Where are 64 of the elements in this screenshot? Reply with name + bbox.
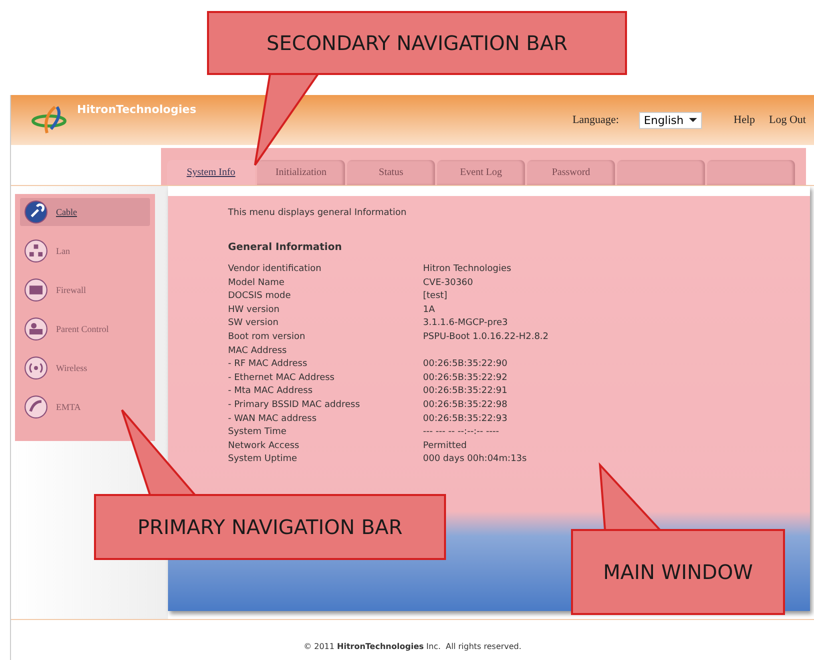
sidebar-label[interactable]: EMTA: [56, 402, 81, 412]
info-label: HW version: [228, 304, 280, 317]
info-label: - Ethernet MAC Address: [228, 372, 336, 385]
info-label: - Mta MAC Address: [228, 385, 314, 398]
sidebar-label[interactable]: Firewall: [56, 285, 86, 295]
info-value: [test]: [423, 290, 448, 304]
caret-icon: [688, 118, 697, 122]
tab[interactable]: Initialization: [257, 160, 345, 185]
sidebar-item[interactable]: Lan: [20, 237, 150, 265]
info-value: 00:26:5B:35:22:93: [423, 412, 508, 426]
info-label: - RF MAC Address: [228, 358, 308, 372]
info-value: PSPU-Boot 1.0.16.22-H2.8.2: [423, 330, 549, 344]
section-title: General Information: [228, 242, 343, 253]
info-label: Vendor identification: [228, 263, 322, 276]
sidebar-item[interactable]: EMTA: [20, 393, 150, 421]
info-label: MAC Address: [228, 344, 288, 358]
info-label: DOCSIS mode: [228, 290, 292, 304]
brand-name: HitronTechnologies: [77, 103, 196, 116]
info-label: System Time: [228, 426, 288, 440]
info-value: Permitted: [423, 440, 467, 453]
info-value: 00:26:5B:35:22:90: [423, 358, 508, 372]
info-value: 00:26:5B:35:22:92: [423, 372, 508, 385]
sidebar-label[interactable]: Cable: [56, 207, 77, 217]
info-value: Hitron Technologies: [423, 263, 512, 276]
sidebar-label[interactable]: Lan: [56, 246, 70, 256]
info-label: SW version: [228, 317, 280, 330]
copyright-text: © 2011 HitronTechnologies Inc. All rights reserved.: [304, 642, 522, 650]
info-value: 000 days 00h:04m:13s: [423, 453, 527, 466]
callout-label: MAIN WINDOW: [603, 560, 753, 584]
sidebar-item[interactable]: Firewall: [20, 276, 150, 304]
callout-label: SECONDARY NAVIGATION BAR: [266, 31, 568, 55]
info-label: Boot rom version: [228, 330, 306, 344]
key-icon: [24, 200, 48, 224]
language-label: Language:: [572, 114, 619, 126]
info-value: 00:26:5B:35:22:98: [423, 398, 508, 412]
sidebar-item[interactable]: Wireless: [20, 354, 150, 382]
info-value: 00:26:5B:35:22:91: [423, 385, 508, 398]
tab[interactable]: [707, 160, 795, 185]
tab[interactable]: [617, 160, 705, 185]
tab[interactable]: Password: [527, 160, 615, 185]
intro-text: This menu displays general Information: [228, 208, 408, 218]
tab[interactable]: System Info: [167, 160, 255, 185]
sidebar-item[interactable]: Parent Control: [20, 315, 150, 343]
info-label: Model Name: [228, 276, 286, 290]
network-icon: [24, 239, 48, 263]
wireless-icon: [24, 356, 48, 380]
info-value: 3.1.1.6-MGCP-pre3: [423, 317, 508, 330]
sidebar-label[interactable]: Parent Control: [56, 324, 109, 334]
header-link[interactable]: Help: [734, 114, 756, 126]
info-label: System Uptime: [228, 453, 298, 466]
sidebar-label[interactable]: Wireless: [56, 363, 88, 373]
callout-label: PRIMARY NAVIGATION BAR: [137, 515, 403, 539]
language-dropdown[interactable]: English: [638, 112, 702, 128]
info-value: CVE-30360: [423, 276, 474, 290]
info-label: - Primary BSSID MAC address: [228, 398, 361, 412]
tab[interactable]: Event Log: [437, 160, 525, 185]
people-icon: [24, 317, 48, 341]
info-value: --- --- -- --:--:-- ----: [423, 426, 499, 440]
info-label: Network Access: [228, 440, 300, 453]
info-value: 1A: [423, 304, 435, 317]
header-link[interactable]: Log Out: [769, 114, 806, 126]
sidebar-item[interactable]: Cable: [20, 198, 150, 226]
info-label: - WAN MAC address: [228, 412, 318, 426]
tab[interactable]: Status: [347, 160, 435, 185]
